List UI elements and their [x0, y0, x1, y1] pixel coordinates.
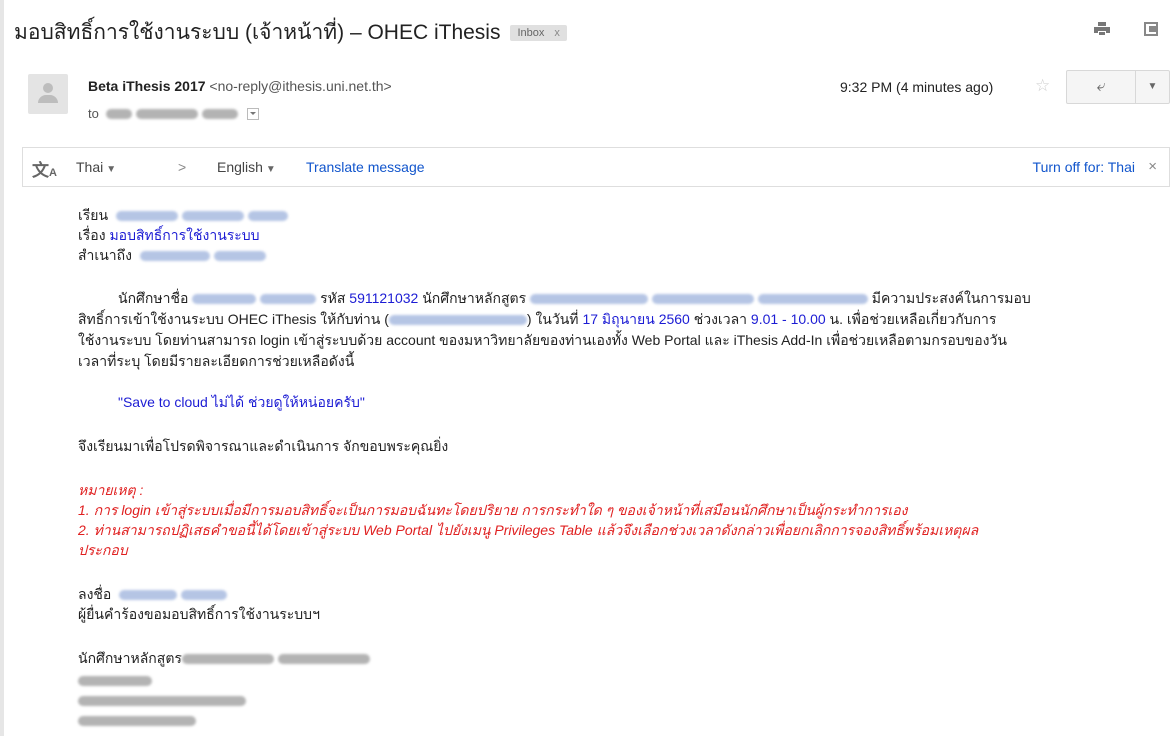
redacted-name [247, 211, 288, 221]
remove-label-icon[interactable]: x [554, 27, 560, 39]
redacted-name [139, 251, 210, 261]
redacted-program [757, 294, 868, 304]
new-window-icon[interactable] [1144, 22, 1160, 36]
redacted-program [530, 294, 649, 304]
student-id: 591121032 [349, 290, 419, 306]
redacted-recipient [201, 109, 238, 119]
subject-line: เรื่อง มอบสิทธิ์การใช้งานระบบ [78, 225, 260, 245]
redacted-name [181, 590, 228, 600]
redacted-name [181, 211, 244, 221]
message-header: Beta iThesis 2017 <no-reply@ithesis.uni.… [8, 62, 1170, 130]
closing-line: จึงเรียนมาเพื่อโปรดพิจารณาและดำเนินการ จ… [78, 438, 449, 454]
redacted-faculty [78, 670, 152, 690]
to-label: to [88, 106, 99, 121]
translate-message-link[interactable]: Translate message [306, 159, 425, 175]
note-title: หมายเหตุ : [78, 482, 144, 498]
translate-bar: 文A Thai ▼ > English ▼ Translate message Tu… [22, 147, 1170, 187]
cc-label: สำเนาถึง [78, 247, 132, 263]
redacted-phone [78, 710, 196, 730]
note-item-2: 2. ท่านสามารถปฏิเสธคำขอนี้ได้โดยเข้าสู่ร… [78, 522, 979, 538]
reply-button[interactable]: ⤶ [1067, 71, 1136, 103]
inbox-label-chip[interactable]: Inbox x [510, 25, 567, 41]
language-arrow: > [178, 159, 187, 175]
cc-line: สำเนาถึง [78, 245, 266, 265]
program-line: นักศึกษาหลักสูตร [78, 648, 370, 668]
note-item-1: 1. การ login เข้าสู่ระบบเมื่อมีการมอบสิท… [78, 502, 908, 518]
redacted-name [115, 211, 178, 221]
program-label: นักศึกษาหลักสูตร [78, 650, 182, 666]
close-icon[interactable]: × [1148, 158, 1157, 175]
chevron-down-icon: ▼ [265, 164, 276, 175]
subject-row: มอบสิทธิ์การใช้งานระบบ (เจ้าหน้าที่) – O… [8, 0, 1168, 62]
email-subject: มอบสิทธิ์การใช้งานระบบ (เจ้าหน้าที่) – O… [14, 16, 567, 49]
target-language-select[interactable]: English ▼ [217, 159, 276, 175]
redacted-program [651, 294, 754, 304]
redacted-program [181, 654, 274, 664]
inbox-label-text: Inbox [517, 27, 545, 39]
window-edge [0, 0, 4, 736]
requester-line: ผู้ยื่นคำร้องขอมอบสิทธิ์การใช้งานระบบฯ [78, 606, 320, 622]
redacted-name [119, 590, 178, 600]
paragraph-line-4: เวลาที่ระบุ โดยมีรายละเอียดการช่วยเหลือด… [78, 353, 355, 369]
chevron-down-icon: ▼ [1147, 81, 1158, 92]
greeting-label: เรียน [78, 207, 109, 223]
assist-time: 9.01 - 10.00 [750, 311, 826, 327]
assist-date: 17 มิถุนายน 2560 [582, 311, 690, 327]
sender-name[interactable]: Beta iThesis 2017 [88, 78, 206, 94]
print-icon[interactable] [1094, 22, 1110, 36]
redacted-name [260, 294, 317, 304]
show-details-dropdown-icon[interactable] [247, 108, 260, 120]
chevron-down-icon: ▼ [106, 164, 117, 175]
avatar [28, 74, 68, 114]
turn-off-translation-link[interactable]: Turn off for: Thai [1033, 159, 1135, 175]
redacted-recipient [136, 109, 199, 119]
subject-text: มอบสิทธิ์การใช้งานระบบ (เจ้าหน้าที่) – O… [14, 21, 501, 44]
paragraph-line-2: สิทธิ์การเข้าใช้งานระบบ OHEC iThesis ให้… [78, 311, 997, 327]
recipients-line: to [88, 106, 260, 121]
redacted-name [213, 251, 266, 261]
sender-line: Beta iThesis 2017 <no-reply@ithesis.uni.… [88, 78, 392, 94]
redacted-program [277, 654, 370, 664]
signature-line: ลงชื่อ [78, 584, 228, 604]
sender-email: <no-reply@ithesis.uni.net.th> [209, 78, 392, 94]
redacted-name [388, 315, 527, 325]
subject-label: เรื่อง [78, 227, 106, 243]
source-language-label: Thai [76, 159, 104, 175]
translate-icon: 文A [32, 161, 57, 180]
reply-arrow-icon: ⤶ [1096, 78, 1106, 95]
redacted-university [78, 690, 246, 710]
message-timestamp: 9:32 PM (4 minutes ago) [840, 79, 994, 95]
redacted-name [192, 294, 257, 304]
source-language-select[interactable]: Thai ▼ [76, 159, 116, 175]
more-actions-button[interactable]: ▼ [1136, 71, 1169, 103]
reply-button-group: ⤶ ▼ [1066, 70, 1170, 104]
note-item-2-cont: ประกอบ [78, 542, 128, 558]
redacted-recipient [106, 109, 133, 119]
sign-label: ลงชื่อ [78, 586, 112, 602]
paragraph-line-3: ใช้งานระบบ โดยท่านสามารถ login เข้าสู่ระ… [78, 332, 1007, 348]
request-quote: "Save to cloud ไม่ได้ ช่วยดูให้หน่อยครับ… [118, 394, 365, 410]
subject-value: มอบสิทธิ์การใช้งานระบบ [109, 227, 260, 243]
target-language-label: English [217, 159, 263, 175]
star-icon[interactable]: ☆ [1035, 76, 1050, 96]
paragraph-line-1: นักศึกษาชื่อ รหัส 591121032 นักศึกษาหลัก… [118, 290, 1031, 306]
greeting-line: เรียน [78, 205, 288, 225]
